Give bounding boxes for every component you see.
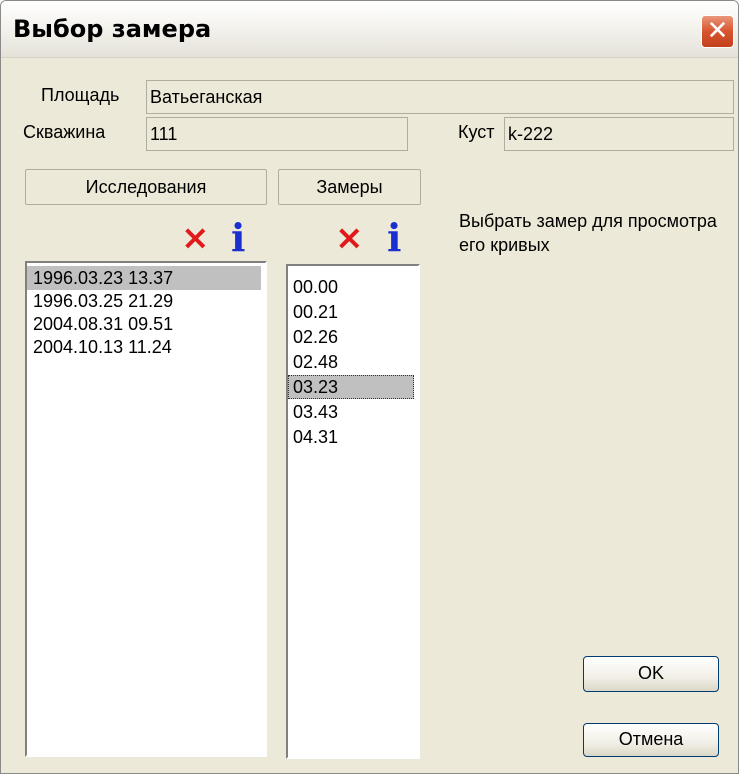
measurement-info-icon[interactable]: i [387,219,401,257]
select-measurement-dialog: Выбор замера ✕ Площадь Ватьеганская Сква… [0,0,739,774]
close-icon[interactable]: ✕ [701,15,734,48]
area-field: Ватьеганская [146,80,734,114]
list-item[interactable]: 1996.03.25 21.29 [27,289,261,313]
measurements-list[interactable]: 00.00 00.21 02.26 02.48 03.23 03.43 04.31 [286,264,420,759]
list-item[interactable]: 00.21 [288,300,414,324]
list-item[interactable]: 03.23 [288,375,414,399]
cancel-button[interactable]: Отмена [583,723,719,757]
list-item[interactable]: 2004.08.31 09.51 [27,312,261,336]
well-field: 111 [146,117,408,151]
list-item[interactable]: 04.31 [288,425,414,449]
list-item[interactable]: 03.43 [288,400,414,424]
pad-label: Куст [458,122,495,142]
title-bar[interactable]: Выбор замера ✕ [1,1,738,58]
hint-text: Выбрать замер для просмотра его кривых [459,211,717,255]
delete-study-icon[interactable]: × [181,221,210,255]
list-item[interactable]: 02.26 [288,325,414,349]
list-item[interactable]: 2004.10.13 11.24 [27,335,261,359]
area-label: Площадь [41,85,120,105]
delete-measurement-icon[interactable]: × [335,221,364,255]
studies-header: Исследования [25,169,267,205]
ok-button[interactable]: OK [583,656,719,692]
measurements-header: Замеры [278,169,421,205]
well-label: Скважина [23,122,106,142]
list-item[interactable]: 1996.03.23 13.37 [27,266,261,290]
studies-list[interactable]: 1996.03.23 13.37 1996.03.25 21.29 2004.08.… [25,261,267,757]
pad-field: k-222 [504,117,734,151]
list-item[interactable]: 02.48 [288,350,414,374]
dialog-title: Выбор замера [13,15,212,43]
list-item[interactable]: 00.00 [288,275,414,299]
study-info-icon[interactable]: i [231,219,245,257]
